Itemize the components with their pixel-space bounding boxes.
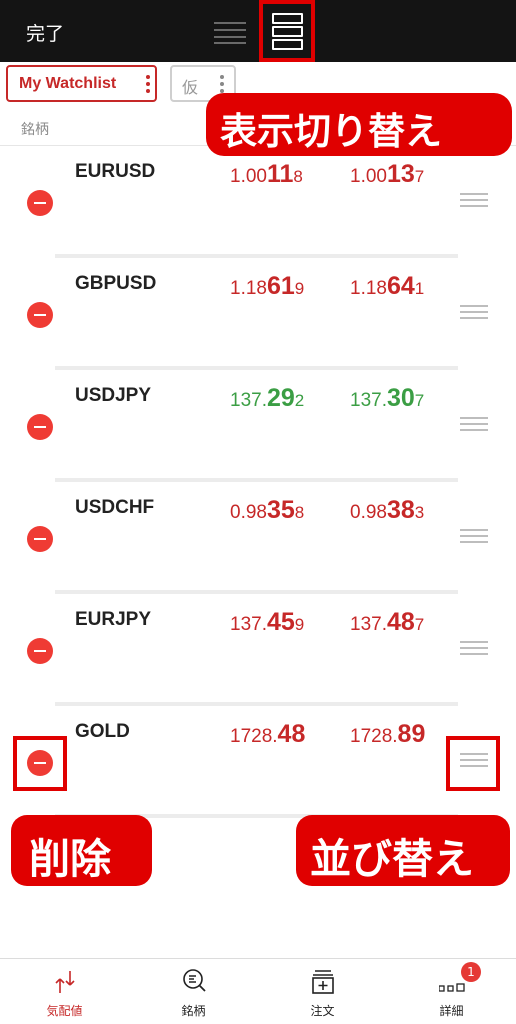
drag-handle-icon[interactable] [460, 193, 488, 207]
notification-badge: 1 [461, 962, 481, 982]
secondary-watchlist-name: 仮 [182, 78, 199, 97]
list-expanded-icon[interactable] [272, 13, 303, 50]
price-pips: 89 [397, 720, 426, 748]
nav-label: 詳細 [439, 1004, 464, 1018]
price-pips: 45 [266, 608, 295, 636]
watchlist-row[interactable]: GBPUSD 1.18619 1.18641 [0, 258, 516, 370]
bid-price[interactable]: 137.459 [230, 608, 304, 637]
price-prefix: 1.18 [230, 278, 267, 299]
reorder-highlight [446, 736, 500, 791]
more-vertical-icon[interactable] [146, 75, 150, 93]
nav-symbols[interactable]: 銘柄 [129, 959, 258, 1024]
price-fraction: 7 [414, 167, 425, 186]
drag-handle-icon[interactable] [460, 529, 488, 543]
symbol-name: EURUSD [75, 161, 156, 182]
price-fraction: 8 [294, 503, 305, 522]
view-toggle-highlight [259, 0, 315, 62]
remove-icon[interactable] [27, 638, 53, 664]
top-bar: 完了 [0, 0, 516, 62]
ask-price[interactable]: 1728.89 [350, 720, 425, 749]
bid-price[interactable]: 1728.48 [230, 720, 305, 749]
symbol-name: USDJPY [75, 385, 152, 406]
price-fraction: 1 [414, 279, 425, 298]
price-pips: 30 [386, 384, 415, 412]
remove-icon[interactable] [27, 526, 53, 552]
price-fraction: 9 [294, 279, 305, 298]
remove-icon[interactable] [27, 302, 53, 328]
price-prefix: 0.98 [350, 502, 387, 523]
nav-quotes[interactable]: 気配値 [0, 959, 129, 1024]
price-pips: 29 [266, 384, 295, 412]
price-pips: 35 [266, 496, 295, 524]
remove-icon[interactable] [27, 414, 53, 440]
ask-price[interactable]: 1.18641 [350, 272, 424, 301]
price-pips: 11 [266, 160, 294, 188]
nav-label: 銘柄 [181, 1004, 206, 1018]
nav-label: 注文 [310, 1004, 335, 1018]
symbol-name: GBPUSD [75, 273, 157, 294]
price-prefix: 1728. [350, 726, 398, 747]
drag-handle-icon[interactable] [460, 305, 488, 319]
price-prefix: 137. [350, 614, 387, 635]
order-icon [310, 967, 336, 995]
price-prefix: 137. [230, 614, 267, 635]
bottom-navigation: 気配値 銘柄 注文 1 詳細 [0, 958, 516, 1024]
more-vertical-icon[interactable] [220, 75, 224, 93]
price-prefix: 1728. [230, 726, 278, 747]
price-pips: 48 [386, 608, 415, 636]
reorder-callout: 並び替え [296, 815, 510, 886]
nav-label: 気配値 [46, 1004, 83, 1018]
view-toggle-callout: 表示切り替え [206, 93, 512, 156]
ask-price[interactable]: 0.98383 [350, 496, 424, 525]
watchlist-row[interactable]: EURUSD 1.00118 1.00137 [0, 146, 516, 258]
price-prefix: 0.98 [230, 502, 267, 523]
watchlist-selector-button[interactable]: My Watchlist [6, 65, 157, 102]
bid-price[interactable]: 1.00118 [230, 160, 303, 189]
done-button[interactable]: 完了 [26, 19, 64, 46]
price-prefix: 1.00 [350, 166, 387, 187]
price-prefix: 137. [230, 390, 267, 411]
watchlist-row[interactable]: USDJPY 137.292 137.307 [0, 370, 516, 482]
remove-icon[interactable] [27, 190, 53, 216]
price-fraction: 9 [294, 615, 305, 634]
price-prefix: 1.18 [350, 278, 387, 299]
price-pips: 48 [277, 720, 306, 748]
list-compact-icon[interactable] [214, 20, 246, 44]
nav-details[interactable]: 1 詳細 [387, 959, 516, 1024]
quotes-icon [52, 967, 78, 995]
bid-price[interactable]: 0.98358 [230, 496, 304, 525]
ask-price[interactable]: 137.487 [350, 608, 424, 637]
nav-order[interactable]: 注文 [258, 959, 387, 1024]
bid-price[interactable]: 1.18619 [230, 272, 304, 301]
price-pips: 61 [266, 272, 295, 300]
watchlist-row[interactable]: USDCHF 0.98358 0.98383 [0, 482, 516, 594]
watchlist-row[interactable]: EURJPY 137.459 137.487 [0, 594, 516, 706]
price-fraction: 7 [414, 615, 425, 634]
delete-highlight [13, 736, 67, 791]
drag-handle-icon[interactable] [460, 417, 488, 431]
symbol-column-header: 銘柄 [21, 122, 49, 138]
price-pips: 13 [386, 160, 415, 188]
symbol-name: EURJPY [75, 609, 152, 630]
price-pips: 38 [386, 496, 415, 524]
symbol-name: USDCHF [75, 497, 155, 518]
ask-price[interactable]: 1.00137 [350, 160, 424, 189]
price-fraction: 3 [414, 503, 425, 522]
bid-price[interactable]: 137.292 [230, 384, 304, 413]
symbol-name: GOLD [75, 721, 130, 742]
price-fraction: 7 [414, 391, 425, 410]
watchlist-row[interactable]: GOLD 1728.48 1728.89 [0, 706, 516, 818]
price-fraction: 2 [294, 391, 305, 410]
delete-callout: 削除 [11, 815, 152, 886]
price-pips: 64 [386, 272, 415, 300]
price-prefix: 137. [350, 390, 387, 411]
drag-handle-icon[interactable] [460, 641, 488, 655]
price-prefix: 1.00 [230, 166, 267, 187]
symbol-search-icon [181, 967, 207, 995]
price-fraction: 8 [293, 167, 303, 186]
watchlist-name: My Watchlist [19, 75, 117, 92]
ask-price[interactable]: 137.307 [350, 384, 424, 413]
